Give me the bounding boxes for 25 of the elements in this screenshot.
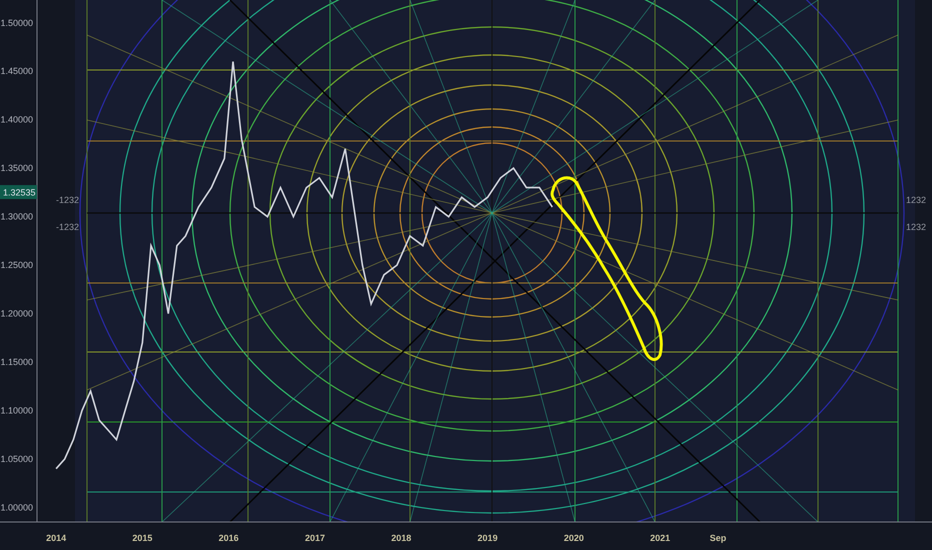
price-axis-label: 1.25000	[0, 260, 33, 270]
price-axis-label: 1.40000	[0, 114, 33, 125]
current-price-tag: 1.32535	[0, 185, 37, 200]
price-axis-label: 1.50000	[0, 18, 33, 28]
price-axis-label: 1.30000	[0, 212, 33, 222]
time-axis-label: 2016	[218, 533, 239, 543]
time-axis-label: 2018	[391, 533, 412, 543]
level-label: 1232	[906, 222, 926, 232]
time-axis-label: 2015	[132, 533, 152, 543]
time-axis-label: 2020	[564, 533, 584, 543]
price-axis-label: 1.05000	[0, 454, 33, 464]
price-axis-label: 1.35000	[0, 163, 33, 174]
level-label: -1232	[56, 222, 79, 232]
level-label: -1232	[56, 195, 79, 205]
level-label: 1232	[906, 195, 926, 205]
price-axis-label: 1.10000	[0, 406, 33, 416]
time-axis-label: 2021	[650, 533, 670, 543]
price-axis-label: 1.20000	[0, 308, 33, 319]
time-axis-label: 2017	[304, 533, 325, 543]
time-axis-label: Sep	[710, 533, 726, 543]
time-axis-label: 2014	[46, 533, 66, 543]
price-axis-label: 1.15000	[0, 357, 33, 368]
price-axis-label: 1.00000	[0, 502, 33, 512]
price-axis-label: 1.45000	[0, 66, 33, 76]
time-axis-label: 2019	[478, 533, 498, 543]
